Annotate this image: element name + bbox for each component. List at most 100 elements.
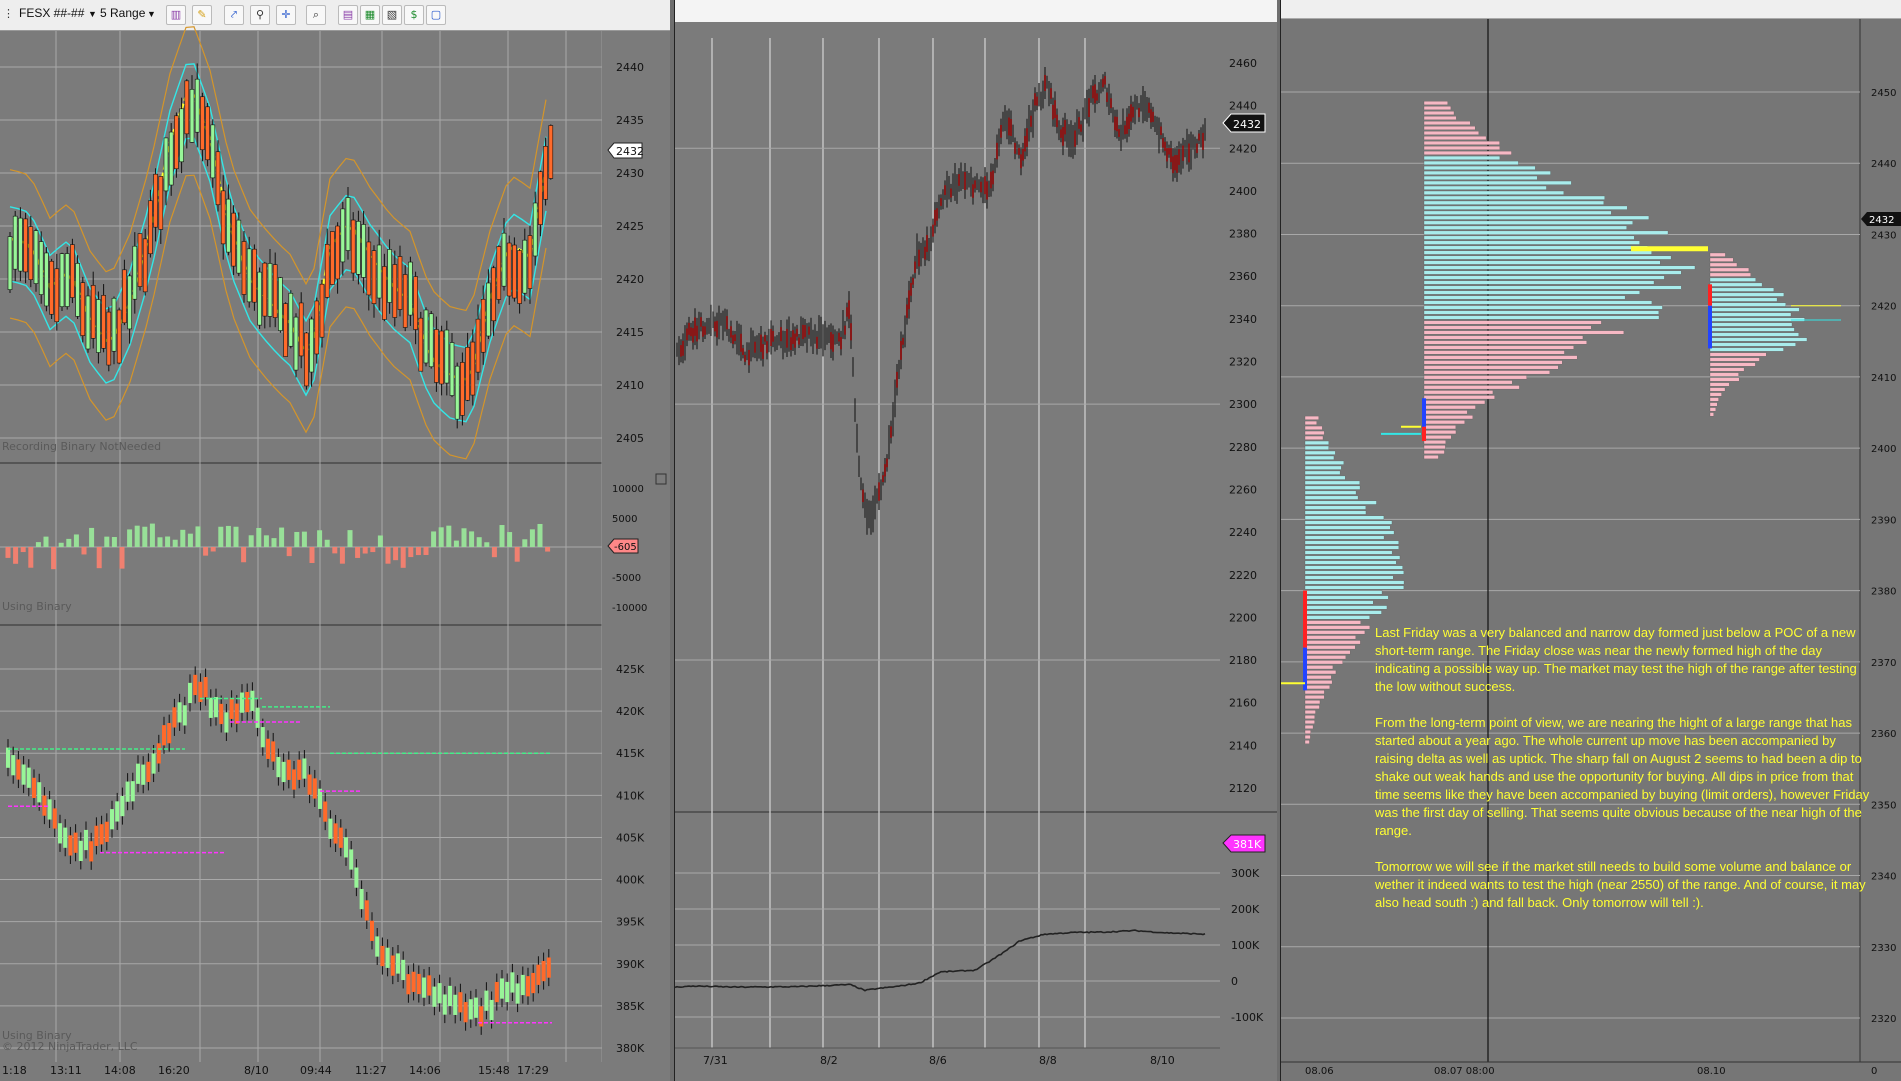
daily-bar-body xyxy=(1174,155,1176,171)
tpo-row xyxy=(1423,340,1587,345)
tpo-row xyxy=(1304,660,1343,665)
price-panel-svg[interactable]: 2440 2435 2430 2425 2420 2415 2410 2405 10000 500… xyxy=(0,0,670,1081)
daily-chart-svg[interactable]: 2460 2440 2420 2400 2380 2360 2340 2320 2300 2280… xyxy=(675,0,1277,1081)
delta-candle xyxy=(141,764,146,785)
daily-bar-body xyxy=(772,330,774,342)
cum-axis-label: 0 xyxy=(1231,975,1238,988)
volume-tag: -605 xyxy=(607,538,639,554)
volume-bar xyxy=(172,539,178,547)
price-candle xyxy=(548,125,554,179)
price-candle xyxy=(153,173,158,228)
open-close-marker xyxy=(1422,426,1426,442)
profile-price-axis-label: 2450 xyxy=(1871,88,1896,99)
time-axis-label: 09:44 xyxy=(300,1064,332,1077)
delta-candle xyxy=(510,972,515,993)
tpo-row xyxy=(1709,362,1756,367)
daily-bar-body xyxy=(1000,125,1002,138)
tpo-row xyxy=(1423,400,1486,405)
price-axis-label: 2415 xyxy=(616,326,644,339)
tpo-row xyxy=(1423,335,1584,340)
tpo-row xyxy=(1423,345,1574,350)
tpo-row xyxy=(1709,387,1726,392)
profile-date-axis-label: 08.07 08:00 xyxy=(1434,1066,1495,1077)
delta-candle xyxy=(104,821,109,842)
tpo-row xyxy=(1304,485,1361,490)
volume-bar xyxy=(51,547,57,570)
tpo-row xyxy=(1423,121,1471,125)
price-axis-label: 2430 xyxy=(616,167,644,180)
price-candle xyxy=(293,316,299,371)
profile-price-axis-label: 2430 xyxy=(1871,230,1896,241)
price-candle xyxy=(12,215,18,270)
volume-bar xyxy=(263,535,269,547)
daily-bar-body xyxy=(1202,132,1204,150)
daily-bar-body xyxy=(974,180,976,189)
volume-bar xyxy=(499,525,505,547)
volume-bar xyxy=(256,527,262,547)
delta-candle xyxy=(380,945,385,967)
chart-window-fesx-5range[interactable]: ⋮ FESX ##-## ▼ 5 Range ▼ ▥ ✎ ⤤ ⚲ ✛ ⌕ ▤ ▦… xyxy=(0,0,670,1081)
price-candle xyxy=(496,246,502,300)
delta-candle xyxy=(260,727,265,748)
tpo-row xyxy=(1423,111,1455,115)
tpo-row xyxy=(1423,385,1520,390)
delta-candle xyxy=(240,692,244,713)
delta-candle xyxy=(245,691,250,713)
daily-bar-body xyxy=(1124,125,1126,135)
market-profile-window[interactable]: 2450 2440 2430 2420 2410 2400 2390 2380 2370 2360… xyxy=(1280,0,1901,1081)
price-candle xyxy=(122,269,127,324)
time-axis-label: 13:11 xyxy=(50,1064,82,1077)
daily-bar-body xyxy=(950,188,952,198)
chart-window-daily[interactable]: 2460 2440 2420 2400 2380 2360 2340 2320 2300 2280… xyxy=(674,0,1277,1081)
cum-axis-label: -100K xyxy=(1231,1011,1264,1024)
daily-bar-body xyxy=(770,328,772,346)
commentary-paragraph-1: Last Friday was a very balanced and narr… xyxy=(1375,625,1857,694)
daily-price-axis-label: 2300 xyxy=(1229,398,1257,411)
price-candle xyxy=(413,276,418,330)
delta-candle xyxy=(89,841,94,862)
delta-candle xyxy=(219,703,224,725)
volume-bar xyxy=(317,530,323,547)
watermark-recording: Recording Binary NotNeeded xyxy=(2,440,161,453)
delta-candle xyxy=(406,974,411,995)
tpo-row xyxy=(1304,470,1341,475)
volume-bar xyxy=(301,531,307,547)
svg-text:-605: -605 xyxy=(614,542,637,553)
delta-candle xyxy=(375,936,380,957)
daily-bar-body xyxy=(1114,116,1116,131)
tpo-row xyxy=(1709,272,1751,277)
tpo-row xyxy=(1423,300,1653,305)
volume-bar xyxy=(66,538,72,547)
volume-bar xyxy=(119,547,125,569)
volume-bar xyxy=(370,547,376,553)
tpo-row xyxy=(1423,280,1655,285)
delta-candle xyxy=(484,990,489,1011)
delta-candle xyxy=(276,756,281,778)
tpo-row xyxy=(1423,155,1501,160)
watermark-using-binary: Using Binary xyxy=(2,600,72,613)
delta-axis-label: 395K xyxy=(616,916,645,929)
daily-price-axis-label: 2360 xyxy=(1229,270,1257,283)
tpo-row xyxy=(1304,625,1371,630)
tpo-row xyxy=(1304,620,1361,625)
price-candle xyxy=(480,298,486,353)
daily-bar-body xyxy=(882,475,884,483)
daily-bar-body xyxy=(1078,117,1080,129)
tpo-row xyxy=(1304,720,1315,725)
daily-bar-body xyxy=(1044,74,1046,91)
daily-bar-body xyxy=(1014,142,1016,154)
tpo-row xyxy=(1304,545,1399,550)
tpo-row xyxy=(1423,390,1494,395)
tpo-row xyxy=(1709,392,1722,397)
daily-bar-body xyxy=(936,208,938,221)
delta-candle xyxy=(182,705,187,726)
tpo-row xyxy=(1304,700,1321,705)
delta-candle xyxy=(16,759,21,780)
price-candle xyxy=(319,283,325,338)
commentary-paragraph-3: Tomorrow we will see if the market still… xyxy=(1375,859,1866,910)
cum-axis-label: 300K xyxy=(1231,867,1260,880)
delta-candle xyxy=(474,997,478,1018)
delta-candle xyxy=(229,698,234,719)
daily-bar-body xyxy=(1024,135,1026,152)
daily-bar-body xyxy=(1196,143,1198,154)
